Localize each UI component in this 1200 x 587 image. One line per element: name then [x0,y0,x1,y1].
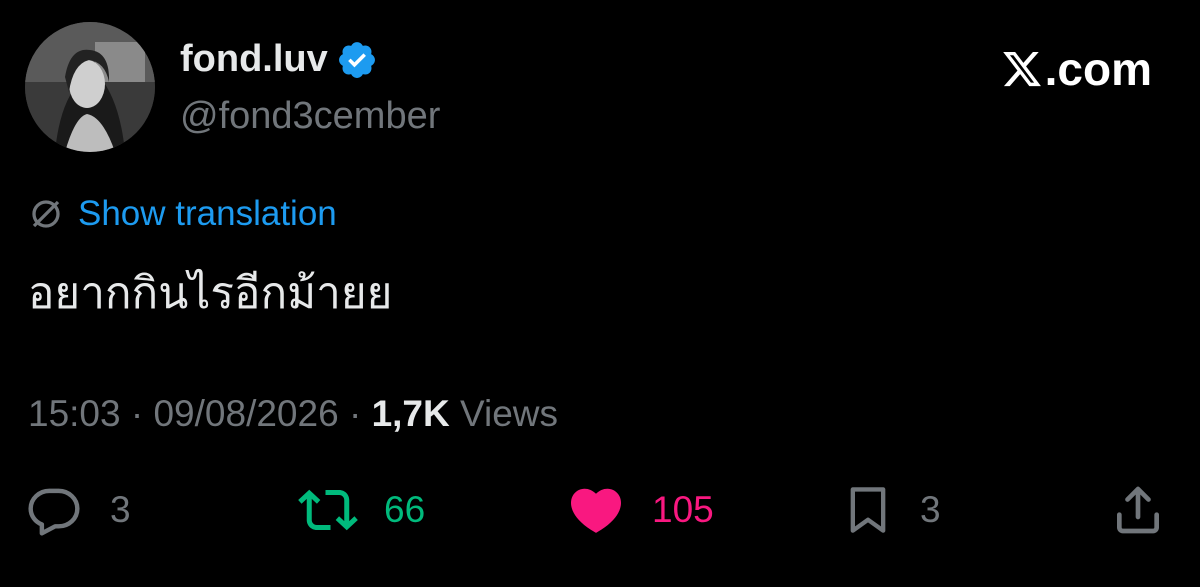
tweet-actions-bar: 3 66 105 3 [0,478,1200,542]
reply-button[interactable]: 3 [26,478,131,542]
reply-count: 3 [110,489,131,530]
retweet-count: 66 [384,489,426,530]
views-label[interactable]: Views [450,393,558,434]
globe-icon [28,196,64,232]
tweet-date[interactable]: 09/08/2026 [153,393,338,434]
author-handle[interactable]: @fond3cember [180,95,440,138]
author-display-name[interactable]: fond.luv [180,38,328,81]
x-logo-icon [1001,48,1043,90]
share-icon [1110,482,1166,538]
share-button[interactable] [1110,478,1166,542]
tweet-time[interactable]: 15:03 [28,393,121,434]
views-count[interactable]: 1,7K [372,393,450,434]
site-brand: .com [1001,42,1152,96]
meta-separator: · [120,393,154,434]
retweet-icon [298,480,358,540]
author-name-row[interactable]: fond.luv [180,38,378,81]
bookmark-count: 3 [920,489,941,530]
like-count: 105 [652,489,714,530]
show-translation-label[interactable]: Show translation [78,194,337,234]
reply-icon [26,482,82,538]
like-button[interactable]: 105 [566,478,714,542]
meta-separator: · [338,393,372,434]
bookmark-button[interactable]: 3 [842,478,941,542]
show-translation-link[interactable]: Show translation [28,194,337,234]
avatar-image [25,22,155,152]
avatar[interactable] [25,22,155,152]
retweet-button[interactable]: 66 [298,478,425,542]
verified-badge-icon [336,39,378,81]
tweet-text: อยากกินไรอีกม้ายย [28,268,393,319]
bookmark-icon [842,482,894,538]
site-brand-label: .com [1044,43,1152,95]
heart-icon [566,480,626,540]
tweet-meta: 15:03 · 09/08/2026 · 1,7K Views [28,393,558,435]
